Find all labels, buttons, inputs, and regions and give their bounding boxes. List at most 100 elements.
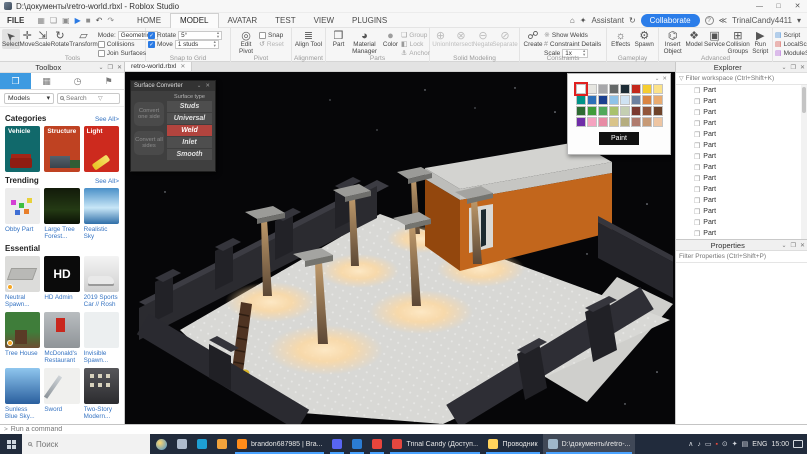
keyboard-icon[interactable]: ▤	[742, 440, 749, 448]
taskbar-browser-brandon[interactable]: brandon687985 | Bra...	[232, 434, 327, 454]
color-swatch[interactable]	[642, 84, 652, 94]
taskbar-search-input[interactable]	[36, 440, 116, 449]
taskbar-chrome-browser[interactable]	[367, 434, 387, 454]
toolbox-item-sword[interactable]: Sword	[44, 368, 79, 420]
pivot-reset-button[interactable]: ↺ Reset	[259, 40, 289, 48]
explorer-item-part[interactable]: ❒Part	[694, 195, 807, 206]
taskbar-discord[interactable]	[327, 434, 347, 454]
toolbox-tab-recent[interactable]: ◷	[62, 73, 93, 89]
scrollbar-thumb[interactable]	[802, 87, 806, 113]
union-button[interactable]: ⊕ Union	[432, 29, 449, 49]
tab-test[interactable]: TEST	[266, 13, 304, 28]
explorer-item-part[interactable]: ❒Part	[694, 162, 807, 173]
explorer-scrollbar[interactable]	[801, 85, 807, 239]
color-swatch[interactable]	[620, 95, 630, 105]
collaborate-button[interactable]: Collaborate	[641, 14, 700, 27]
color-swatch[interactable]	[587, 84, 597, 94]
color-swatch[interactable]	[609, 95, 619, 105]
tab-view[interactable]: VIEW	[305, 13, 343, 28]
color-swatch[interactable]	[598, 106, 608, 116]
color-swatch[interactable]	[609, 84, 619, 94]
convert-all-sides-button[interactable]: Convert all sides	[134, 131, 164, 155]
toolbox-item-large-tree-forest[interactable]: Large Tree Forest...	[44, 188, 79, 240]
panel-popout-icon[interactable]: ❐	[789, 242, 798, 249]
explorer-item-part[interactable]: ❒Part	[694, 107, 807, 118]
toolbox-search-input[interactable]	[66, 95, 96, 102]
start-button[interactable]	[0, 434, 22, 454]
explorer-item-part[interactable]: ❒Part	[694, 173, 807, 184]
group-button[interactable]: ❏ Group	[401, 31, 427, 39]
explorer-item-part[interactable]: ❒Part	[694, 85, 807, 96]
part-button[interactable]: ❒ Part	[328, 29, 349, 49]
explorer-item-part[interactable]: ❒Part	[694, 217, 807, 228]
rotate-tool-button[interactable]: ↻ Rotate	[51, 29, 70, 49]
color-swatch[interactable]	[587, 117, 597, 127]
picker-collapse-icon[interactable]: ⌄	[655, 76, 660, 82]
see-all-link[interactable]: See All>	[95, 116, 119, 123]
panel-close-icon[interactable]: ✕	[115, 64, 124, 71]
move-tool-button[interactable]: ✛ Move	[20, 29, 35, 49]
user-caret-icon[interactable]: ▾	[797, 16, 801, 25]
color-swatch[interactable]	[631, 106, 641, 116]
negate-button[interactable]: ⊖ Negate	[473, 29, 493, 49]
toolbox-item-mcdonalds-restaurant[interactable]: McDonald's Restaurant	[44, 312, 79, 364]
viewport-canvas[interactable]: Surface Converter ⌄ ✕ Convert one side C…	[125, 72, 675, 424]
taskbar-mail-app[interactable]	[347, 434, 367, 454]
taskbar-search[interactable]	[22, 434, 150, 454]
display-icon[interactable]: ▭	[705, 440, 712, 448]
color-swatch[interactable]	[620, 106, 630, 116]
alert-red-icon[interactable]: ▪	[715, 441, 717, 448]
color-swatch[interactable]	[631, 95, 641, 105]
color-swatch[interactable]	[653, 95, 663, 105]
close-button[interactable]: ✕	[788, 0, 807, 13]
toolbox-item-sunless-blue-sky[interactable]: Sunless Blue Sky...	[5, 368, 40, 420]
color-swatch[interactable]	[576, 84, 586, 94]
command-input[interactable]	[11, 426, 803, 433]
snap-move-checkbox[interactable]: ✓	[148, 41, 155, 48]
color-swatch[interactable]	[598, 84, 608, 94]
insert-modulescript-button[interactable]: ▤ ModuleScript	[775, 49, 807, 57]
surface-type-smooth[interactable]: Smooth	[167, 149, 212, 160]
surface-type-universal[interactable]: Universal	[167, 113, 212, 124]
select-tool-button[interactable]: ➤ Select	[2, 29, 20, 49]
toolbox-item-neutral-spawn[interactable]: Neutral Spawn...	[5, 256, 40, 308]
color-swatch[interactable]	[576, 106, 586, 116]
help-icon[interactable]: ?	[705, 16, 714, 25]
panel-collapse-icon[interactable]: ⌄	[780, 242, 789, 249]
color-swatch[interactable]	[609, 106, 619, 116]
color-swatch[interactable]	[598, 95, 608, 105]
action-center-icon[interactable]	[793, 440, 803, 448]
tab-close-icon[interactable]: ✕	[180, 63, 185, 70]
color-swatch[interactable]	[609, 117, 619, 127]
explorer-item-part[interactable]: ❒Part	[694, 96, 807, 107]
panel-close-icon[interactable]: ✕	[798, 242, 807, 249]
model-button[interactable]: ❖ Model	[684, 29, 703, 49]
spawn-button[interactable]: ⚙ Spawn	[633, 29, 657, 49]
explorer-filter-input[interactable]	[686, 75, 804, 82]
align-tool-button[interactable]: ≣ Align Tool	[294, 29, 323, 49]
toolbox-item-category-light[interactable]: Light	[84, 126, 119, 172]
show-welds-button[interactable]: ※ Show Welds	[544, 31, 604, 39]
snap-move-stepper[interactable]: 1 studs▴▾	[175, 40, 219, 49]
collision-groups-button[interactable]: ⊞ Collision Groups	[725, 29, 750, 56]
transform-tool-button[interactable]: ▱ Transform	[69, 29, 97, 49]
create-constraint-button[interactable]: ☍ Create	[522, 29, 544, 49]
properties-filter-input[interactable]	[679, 253, 804, 260]
share-icon[interactable]: ≪	[719, 16, 727, 25]
surface-type-studs[interactable]: Studs	[167, 101, 212, 112]
taskbar-task-view[interactable]	[172, 434, 192, 454]
taskbar-trinal-candy-window[interactable]: Trinal Candy (Доступ...	[387, 434, 483, 454]
minimize-button[interactable]: —	[750, 0, 769, 13]
effects-button[interactable]: ☼ Effects	[609, 29, 633, 49]
color-swatch[interactable]	[653, 106, 663, 116]
color-swatch[interactable]	[642, 117, 652, 127]
toolbox-item-category-structure[interactable]: Structure	[44, 126, 79, 172]
intersect-button[interactable]: ⊗ Intersect	[449, 29, 473, 49]
material-manager-button[interactable]: ◕ Material Manager	[349, 29, 380, 56]
panel-collapse-icon[interactable]: ⌄	[97, 64, 106, 71]
taskbar-store-app[interactable]	[212, 434, 232, 454]
layout-grid-icon[interactable]: ▦	[37, 16, 45, 25]
panel-popout-icon[interactable]: ❐	[789, 64, 798, 71]
dialog-close-icon[interactable]: ✕	[203, 83, 212, 89]
filter-icon[interactable]: ▽	[98, 95, 103, 102]
